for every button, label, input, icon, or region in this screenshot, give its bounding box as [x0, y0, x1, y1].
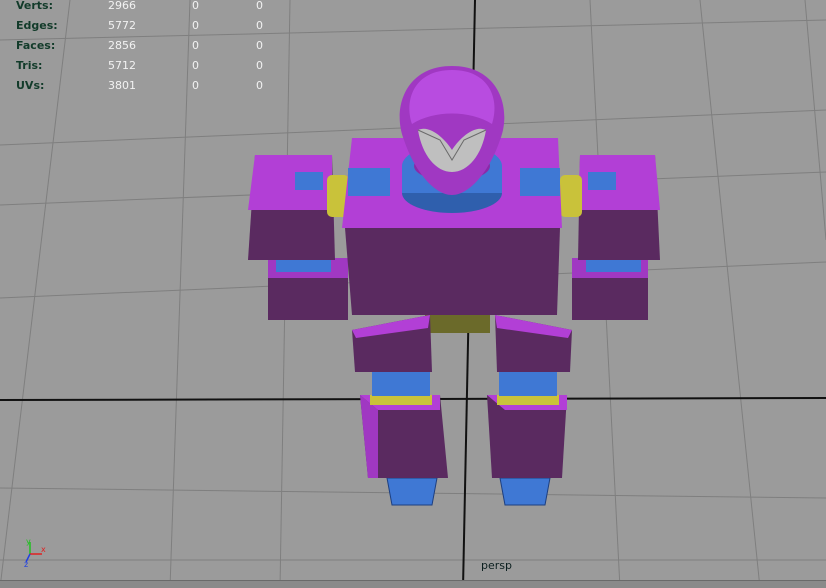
viewport-bottom-edge: [0, 580, 826, 588]
hud-value: 2966: [108, 0, 136, 12]
x-axis-label: x: [41, 545, 46, 554]
hud-value: 5712: [108, 59, 136, 72]
hud-value: 3801: [108, 79, 136, 92]
hud-value: 5772: [108, 19, 136, 32]
right-arm[interactable]: [560, 155, 660, 320]
right-foot[interactable]: [499, 477, 551, 506]
hips[interactable]: [425, 313, 490, 333]
z-axis-label: z: [24, 560, 28, 568]
left-lower-leg[interactable]: [360, 372, 448, 478]
hud-label: Edges:: [16, 19, 58, 32]
hud-value: 0: [192, 0, 199, 12]
right-thigh[interactable]: [495, 315, 572, 372]
axis-gizmo-icon: y x z: [24, 538, 46, 568]
hud-label: Verts:: [16, 0, 54, 12]
camera-name-label: persp: [481, 559, 512, 572]
hud-value: 0: [256, 59, 263, 72]
left-thigh[interactable]: [352, 315, 432, 372]
hud-label: Tris:: [16, 59, 43, 72]
hud-value: 0: [256, 0, 263, 12]
hud-value: 0: [256, 79, 263, 92]
y-axis-label: y: [26, 538, 31, 546]
persp-viewport[interactable]: Verts: 2966 0 0 Edges: 5772 0 0 Faces: 2…: [0, 0, 826, 588]
hud-label: UVs:: [16, 79, 45, 92]
left-foot[interactable]: [386, 477, 438, 506]
hud-value: 0: [256, 39, 263, 52]
hud-value: 0: [192, 59, 199, 72]
left-arm[interactable]: [248, 155, 349, 320]
right-lower-leg[interactable]: [487, 372, 567, 478]
hud-label: Faces:: [16, 39, 56, 52]
hud-value: 0: [192, 39, 199, 52]
hud-value: 0: [192, 79, 199, 92]
hud-value: 0: [192, 19, 199, 32]
hud-value: 2856: [108, 39, 136, 52]
hud-value: 0: [256, 19, 263, 32]
